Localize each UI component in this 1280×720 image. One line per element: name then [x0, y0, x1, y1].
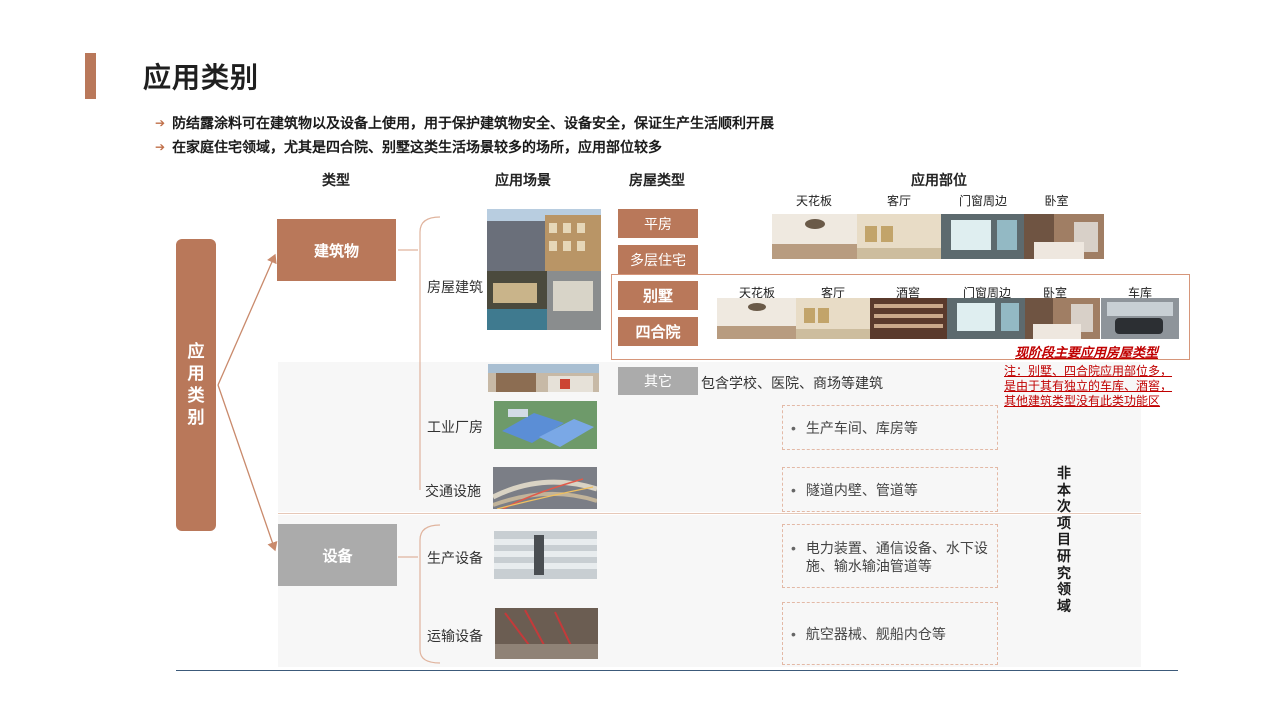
house-type-other: 其它 — [618, 367, 698, 395]
bullet-dot: • — [791, 540, 796, 556]
position-box-transport: • 航空器械、舰船内仓等 — [782, 602, 998, 665]
wine-cellar-photo — [870, 298, 947, 339]
position-box-factory: • 生产车间、库房等 — [782, 405, 998, 450]
bottom-rule — [176, 670, 1178, 671]
note-line: 注：别墅、四合院应用部位多， — [1004, 364, 1173, 378]
position-text: 航空器械、舰船内仓等 — [805, 625, 946, 642]
side-note: 非 本 次 项 目 研 究 领 域 — [1054, 465, 1074, 614]
position-box-production: • 电力装置、通信设备、水下设 施、输水输油管道等 — [782, 524, 998, 588]
root-char: 应 — [187, 342, 205, 361]
root-char: 别 — [187, 408, 205, 427]
living-room-photo — [796, 298, 870, 339]
production-photo — [494, 531, 597, 579]
root-char: 用 — [187, 364, 205, 383]
side-note-char: 次 — [1057, 498, 1071, 515]
root-category-box: 应 用 类 别 — [176, 239, 216, 531]
highlight-note: 注：别墅、四合院应用部位多， 是由于其有独立的车库、酒窖， 其他建筑类型没有此类… — [1004, 364, 1172, 409]
side-note-char: 领 — [1057, 581, 1071, 598]
position-box-traffic: • 隧道内壁、管道等 — [782, 467, 998, 512]
scene-traffic: 交通设施 — [425, 483, 481, 499]
scene-factory: 工业厂房 — [427, 419, 483, 435]
side-note-char: 非 — [1057, 465, 1071, 481]
type-building-box: 建筑物 — [277, 219, 396, 281]
note-line: 其他建筑类型没有此类功能区 — [1004, 394, 1161, 408]
note-line: 是由于其有独立的车库、酒窖， — [1004, 379, 1173, 393]
room-label: 客厅 — [886, 194, 911, 208]
side-note-char: 域 — [1057, 597, 1071, 614]
room-label: 天花板 — [795, 194, 832, 208]
transport-photo — [495, 608, 598, 659]
position-text: 电力装置、通信设备、水下设 施、输水输油管道等 — [806, 539, 988, 575]
ceiling-photo — [717, 298, 796, 339]
window-photo — [947, 298, 1025, 339]
position-text: 生产车间、库房等 — [805, 419, 918, 436]
living-room-photo — [857, 214, 941, 259]
root-char: 类 — [187, 386, 205, 405]
traffic-photo — [493, 467, 597, 509]
side-note-char: 本 — [1057, 481, 1071, 498]
scene-house: 房屋建筑 — [427, 279, 483, 295]
house-buildings-photo — [487, 209, 601, 330]
side-note-char: 究 — [1057, 564, 1071, 581]
side-note-char: 研 — [1057, 547, 1071, 564]
ceiling-photo — [772, 214, 858, 259]
side-note-char: 项 — [1057, 514, 1071, 531]
window-photo — [941, 214, 1024, 259]
house-type-flat: 平房 — [618, 209, 698, 238]
highlight-title: 现阶段主要应用房屋类型 — [1015, 345, 1159, 360]
house-type-multi: 多层住宅 — [618, 245, 698, 274]
bullet-dot: • — [791, 481, 796, 498]
scene-production: 生产设备 — [427, 550, 483, 566]
bullet-dot: • — [791, 419, 796, 436]
type-equipment-box: 设备 — [278, 524, 397, 586]
garage-photo — [1101, 298, 1179, 339]
bedroom-photo — [1025, 298, 1100, 339]
room-label: 卧室 — [1044, 194, 1069, 208]
position-text: 隧道内壁、管道等 — [805, 481, 918, 498]
factory-photo — [494, 401, 597, 449]
other-description: 包含学校、医院、商场等建筑 — [701, 375, 883, 391]
bedroom-photo — [1024, 214, 1104, 259]
other-building-photo — [488, 364, 599, 392]
room-label: 门窗周边 — [958, 194, 1007, 208]
position-text-line: 施、输水输油管道等 — [805, 558, 932, 574]
scene-transport: 运输设备 — [427, 628, 483, 644]
position-text-line: 电力装置、通信设备、水下设 — [805, 540, 988, 556]
bullet-dot: • — [791, 625, 796, 642]
side-note-char: 目 — [1057, 531, 1071, 548]
